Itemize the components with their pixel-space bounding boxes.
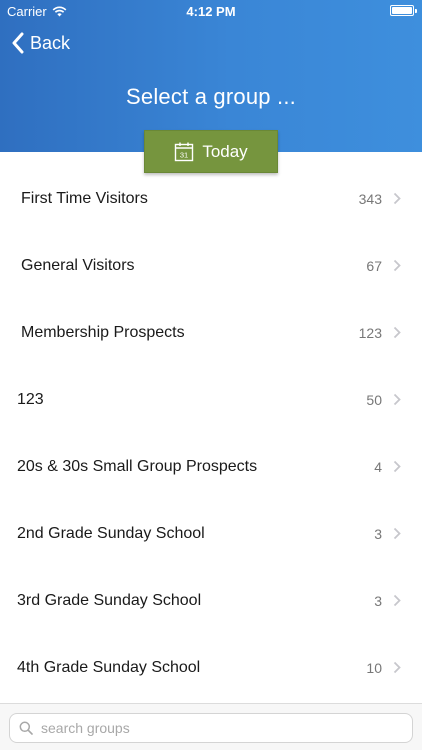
group-count: 123 (358, 324, 382, 341)
back-button[interactable]: Back (12, 30, 70, 56)
calendar-day: 31 (180, 150, 188, 159)
group-count: 3 (374, 525, 382, 542)
chevron-right-icon (393, 393, 401, 406)
group-name: 20s & 30s Small Group Prospects (17, 457, 258, 475)
search-icon (19, 721, 33, 735)
group-count: 50 (366, 391, 382, 408)
search-bar (0, 703, 422, 750)
group-name: 123 (17, 390, 44, 408)
chevron-right-icon (393, 192, 401, 205)
chevron-right-icon (393, 661, 401, 674)
search-input[interactable] (41, 720, 381, 736)
group-row-first-time-visitors[interactable]: First Time Visitors 343 (0, 165, 422, 232)
group-count: 67 (366, 257, 382, 274)
group-name: 2nd Grade Sunday School (17, 524, 205, 542)
chevron-left-icon (12, 32, 24, 54)
group-row-3rd-grade-sunday-school[interactable]: 3rd Grade Sunday School 3 (0, 567, 422, 634)
search-field[interactable] (9, 713, 413, 743)
group-name: First Time Visitors (21, 189, 148, 207)
chevron-right-icon (393, 259, 401, 272)
battery-icon (390, 5, 417, 16)
group-row-20s-30s-small-group-prospects[interactable]: 20s & 30s Small Group Prospects 4 (0, 433, 422, 500)
group-row-2nd-grade-sunday-school[interactable]: 2nd Grade Sunday School 3 (0, 500, 422, 567)
group-count: 3 (374, 592, 382, 609)
calendar-icon: 31 (175, 142, 194, 161)
group-name: 4th Grade Sunday School (17, 658, 201, 676)
today-label: Today (202, 141, 248, 161)
group-row-4th-grade-sunday-school[interactable]: 4th Grade Sunday School 10 (0, 634, 422, 701)
group-name: Membership Prospects (21, 323, 185, 341)
group-list: First Time Visitors 343 General Visitors… (0, 165, 422, 701)
chevron-right-icon (393, 527, 401, 540)
group-row-membership-prospects[interactable]: Membership Prospects 123 (0, 299, 422, 366)
chevron-right-icon (393, 326, 401, 339)
group-row-general-visitors[interactable]: General Visitors 67 (0, 232, 422, 299)
page-title: Select a group ... (126, 84, 296, 109)
status-time: 4:12 PM (186, 4, 236, 19)
group-count: 4 (374, 458, 382, 475)
group-count: 343 (358, 190, 382, 207)
today-button[interactable]: 31 Today (144, 130, 278, 173)
back-label: Back (30, 32, 71, 53)
group-name: General Visitors (21, 256, 135, 274)
chevron-right-icon (393, 594, 401, 607)
group-name: 3rd Grade Sunday School (17, 591, 202, 609)
chevron-right-icon (393, 460, 401, 473)
group-row-123[interactable]: 123 50 (0, 366, 422, 433)
status-bar: Carrier 4:12 PM (0, 0, 422, 22)
group-count: 10 (366, 659, 382, 676)
